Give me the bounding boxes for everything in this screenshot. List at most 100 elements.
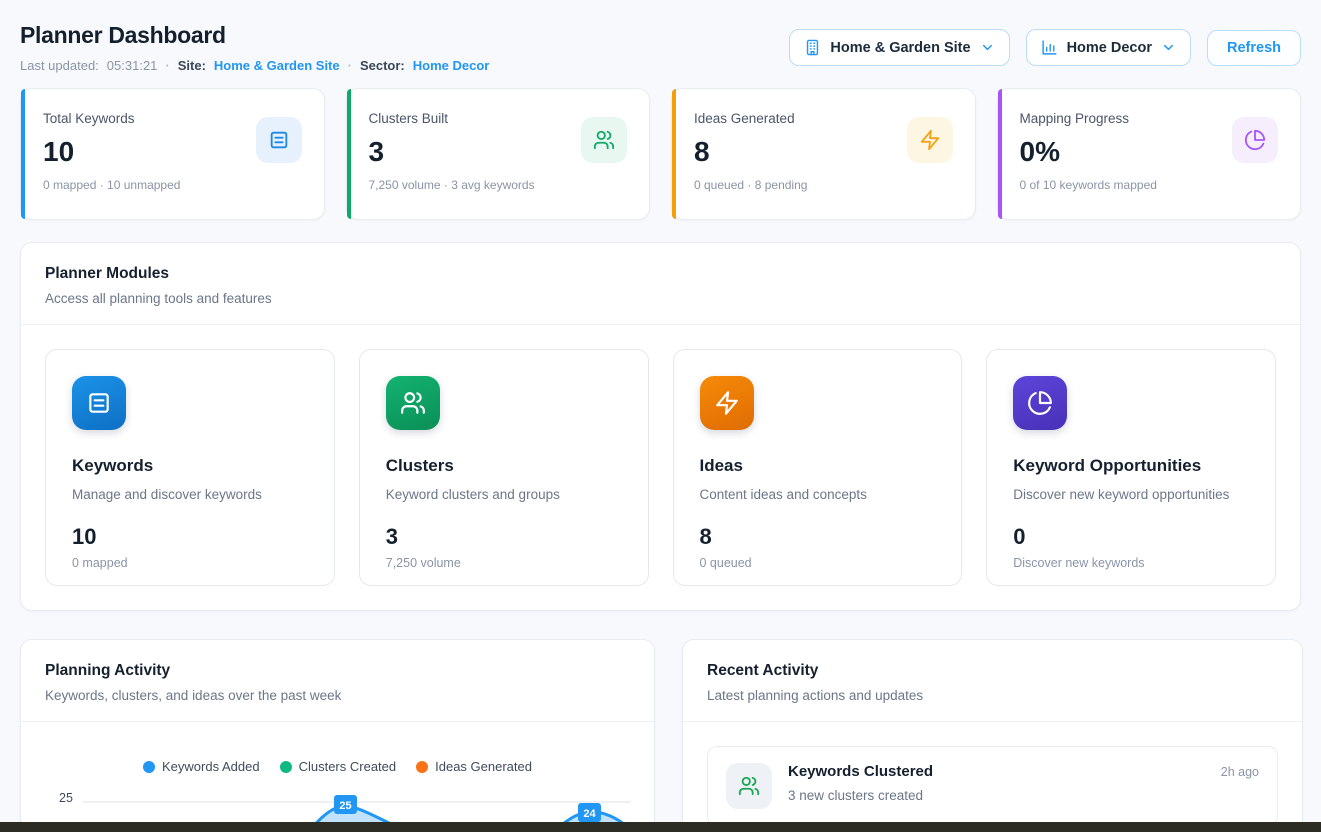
site-select-dropdown[interactable]: Home & Garden Site bbox=[789, 29, 1009, 66]
site-select-label: Home & Garden Site bbox=[830, 40, 970, 56]
sector-link[interactable]: Home Decor bbox=[413, 58, 490, 73]
stat-card-ideas-generated[interactable]: Ideas Generated 8 0 queued · 8 pending bbox=[671, 88, 976, 220]
module-title: Clusters bbox=[386, 456, 622, 476]
module-subtext: 7,250 volume bbox=[386, 556, 622, 570]
stat-title: Total Keywords bbox=[43, 111, 180, 126]
module-card-clusters[interactable]: Clusters Keyword clusters and groups 3 7… bbox=[359, 349, 649, 586]
activity-item-keywords-clustered[interactable]: Keywords Clustered 2h ago 3 new clusters… bbox=[707, 746, 1278, 826]
stat-subtext: 0 of 10 keywords mapped bbox=[1020, 178, 1157, 192]
stat-subtext: 7,250 volume · 3 avg keywords bbox=[369, 178, 535, 192]
activity-item-content: Keywords Clustered 2h ago 3 new clusters… bbox=[788, 763, 1259, 803]
header-controls: Home & Garden Site Home Decor Refresh bbox=[789, 29, 1301, 66]
svg-text:24: 24 bbox=[583, 808, 596, 820]
stat-card-total-keywords[interactable]: Total Keywords 10 0 mapped · 10 unmapped bbox=[20, 88, 325, 220]
legend-clusters-created[interactable]: Clusters Created bbox=[280, 759, 397, 774]
stat-text: Mapping Progress 0% 0 of 10 keywords map… bbox=[1020, 111, 1157, 219]
bar-chart-icon bbox=[1041, 39, 1058, 56]
modules-grid: Keywords Manage and discover keywords 10… bbox=[21, 325, 1300, 610]
legend-label: Keywords Added bbox=[162, 759, 260, 774]
meta-separator: · bbox=[165, 58, 169, 73]
file-text-icon bbox=[72, 376, 126, 430]
activity-item-description: 3 new clusters created bbox=[788, 788, 1259, 803]
activity-chart: Keywords Added Clusters Created Ideas Ge… bbox=[21, 722, 654, 832]
site-link[interactable]: Home & Garden Site bbox=[214, 58, 340, 73]
module-title: Keyword Opportunities bbox=[1013, 456, 1249, 476]
stat-value: 0% bbox=[1020, 136, 1157, 168]
page-header: Planner Dashboard Last updated: 05:31:21… bbox=[20, 0, 1301, 73]
recent-activity-list: Keywords Clustered 2h ago 3 new clusters… bbox=[683, 722, 1302, 832]
legend-dot-orange bbox=[416, 761, 428, 773]
planning-activity-title: Planning Activity bbox=[45, 662, 630, 680]
modules-panel-title: Planner Modules bbox=[45, 265, 1276, 283]
users-icon bbox=[581, 117, 627, 163]
users-icon bbox=[726, 763, 772, 809]
stat-card-clusters-built[interactable]: Clusters Built 3 7,250 volume · 3 avg ke… bbox=[346, 88, 651, 220]
activity-item-time: 2h ago bbox=[1221, 765, 1259, 779]
stat-text: Ideas Generated 8 0 queued · 8 pending bbox=[694, 111, 807, 219]
last-updated-value: 05:31:21 bbox=[107, 58, 158, 73]
module-value: 0 bbox=[1013, 524, 1249, 550]
users-icon bbox=[386, 376, 440, 430]
planning-activity-panel: Planning Activity Keywords, clusters, an… bbox=[20, 639, 655, 832]
module-title: Keywords bbox=[72, 456, 308, 476]
planner-dashboard-page: Planner Dashboard Last updated: 05:31:21… bbox=[0, 0, 1321, 832]
stat-title: Clusters Built bbox=[369, 111, 535, 126]
chart-legend: Keywords Added Clusters Created Ideas Ge… bbox=[45, 759, 630, 774]
module-value: 3 bbox=[386, 524, 622, 550]
last-updated-label: Last updated: bbox=[20, 58, 99, 73]
refresh-button[interactable]: Refresh bbox=[1207, 30, 1301, 66]
module-value: 8 bbox=[700, 524, 936, 550]
point-label-25: 25 bbox=[334, 795, 357, 814]
building-icon bbox=[804, 39, 821, 56]
page-title: Planner Dashboard bbox=[20, 22, 489, 49]
legend-label: Clusters Created bbox=[299, 759, 397, 774]
svg-text:25: 25 bbox=[339, 800, 351, 812]
legend-label: Ideas Generated bbox=[435, 759, 532, 774]
header-text-block: Planner Dashboard Last updated: 05:31:21… bbox=[20, 22, 489, 73]
legend-keywords-added[interactable]: Keywords Added bbox=[143, 759, 260, 774]
modules-panel-header: Planner Modules Access all planning tool… bbox=[21, 243, 1300, 325]
recent-activity-title: Recent Activity bbox=[707, 662, 1278, 680]
module-subtext: 0 queued bbox=[700, 556, 936, 570]
stat-card-mapping-progress[interactable]: Mapping Progress 0% 0 of 10 keywords map… bbox=[997, 88, 1302, 220]
page-meta: Last updated: 05:31:21 · Site: Home & Ga… bbox=[20, 58, 489, 73]
legend-dot-blue bbox=[143, 761, 155, 773]
module-card-keywords[interactable]: Keywords Manage and discover keywords 10… bbox=[45, 349, 335, 586]
module-title: Ideas bbox=[700, 456, 936, 476]
recent-activity-panel: Recent Activity Latest planning actions … bbox=[682, 639, 1303, 832]
file-text-icon bbox=[256, 117, 302, 163]
zap-icon bbox=[907, 117, 953, 163]
stat-subtext: 0 queued · 8 pending bbox=[694, 178, 807, 192]
point-label-24: 24 bbox=[578, 803, 601, 822]
module-subtext: 0 mapped bbox=[72, 556, 308, 570]
meta-separator: · bbox=[348, 58, 352, 73]
legend-dot-green bbox=[280, 761, 292, 773]
module-description: Manage and discover keywords bbox=[72, 487, 308, 502]
stat-title: Ideas Generated bbox=[694, 111, 807, 126]
module-description: Discover new keyword opportunities bbox=[1013, 487, 1249, 502]
stat-text: Total Keywords 10 0 mapped · 10 unmapped bbox=[43, 111, 180, 219]
module-subtext: Discover new keywords bbox=[1013, 556, 1249, 570]
sector-select-dropdown[interactable]: Home Decor bbox=[1026, 29, 1191, 66]
pie-chart-icon bbox=[1232, 117, 1278, 163]
module-description: Content ideas and concepts bbox=[700, 487, 936, 502]
bottom-row: Planning Activity Keywords, clusters, an… bbox=[20, 639, 1301, 832]
pie-chart-icon bbox=[1013, 376, 1067, 430]
activity-item-title: Keywords Clustered bbox=[788, 763, 933, 780]
module-description: Keyword clusters and groups bbox=[386, 487, 622, 502]
stat-text: Clusters Built 3 7,250 volume · 3 avg ke… bbox=[369, 111, 535, 219]
modules-panel-subtitle: Access all planning tools and features bbox=[45, 291, 1276, 306]
recent-activity-header: Recent Activity Latest planning actions … bbox=[683, 640, 1302, 722]
module-card-keyword-opportunities[interactable]: Keyword Opportunities Discover new keywo… bbox=[986, 349, 1276, 586]
planner-modules-panel: Planner Modules Access all planning tool… bbox=[20, 242, 1301, 611]
module-card-ideas[interactable]: Ideas Content ideas and concepts 8 0 que… bbox=[673, 349, 963, 586]
planning-activity-header: Planning Activity Keywords, clusters, an… bbox=[21, 640, 654, 722]
chevron-down-icon bbox=[980, 40, 995, 55]
stat-value: 8 bbox=[694, 136, 807, 168]
stat-subtext: 0 mapped · 10 unmapped bbox=[43, 178, 180, 192]
zap-icon bbox=[700, 376, 754, 430]
legend-ideas-generated[interactable]: Ideas Generated bbox=[416, 759, 532, 774]
sector-select-label: Home Decor bbox=[1067, 40, 1152, 56]
site-label: Site: bbox=[178, 58, 206, 73]
recent-activity-subtitle: Latest planning actions and updates bbox=[707, 688, 1278, 703]
